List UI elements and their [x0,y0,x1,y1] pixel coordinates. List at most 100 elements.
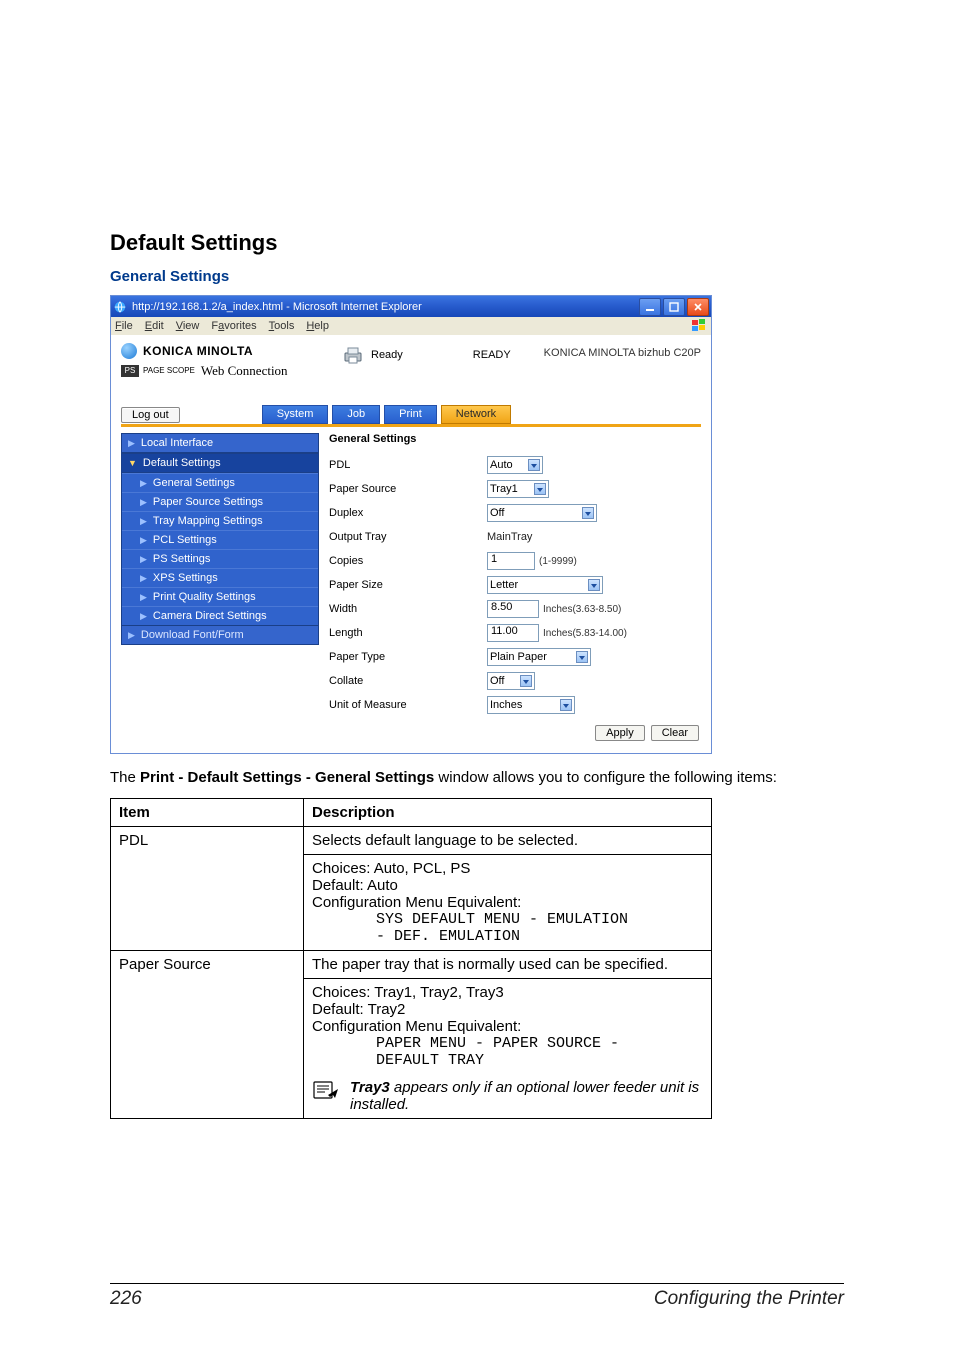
label-collate: Collate [329,675,487,687]
sidebar-item-print-quality[interactable]: ▶ Print Quality Settings [122,587,318,606]
page-heading-general-settings: General Settings [110,268,844,285]
label-uom: Unit of Measure [329,699,487,711]
sidebar-item-ps-settings[interactable]: ▶ PS Settings [122,549,318,568]
logout-button[interactable]: Log out [121,407,180,423]
windows-flag-icon [692,319,708,336]
cell-desc-psrc-2: Choices: Tray1, Tray2, Tray3 Default: Tr… [304,979,712,1119]
sidebar-item-local-interface[interactable]: ▶ Local Interface [121,433,319,453]
sidebar-item-general-settings[interactable]: ▶General Settings [122,473,318,492]
content-section-title: General Settings [329,433,701,445]
menu-view[interactable]: View [176,320,200,332]
settings-content: General Settings PDL Auto Paper Source T… [329,433,701,741]
sidebar-label: Download Font/Form [141,629,244,641]
menu-edit[interactable]: Edit [145,320,164,332]
screenshot-panel: http://192.168.1.2/a_index.html - Micros… [110,295,712,754]
pagescope-logo-icon: PS [121,365,139,377]
select-uom[interactable]: Inches [487,696,575,714]
sidebar-item-camera-direct[interactable]: ▶ Camera Direct Settings [122,606,318,625]
sidebar-item-tray-mapping[interactable]: ▶Tray Mapping Settings [122,511,318,530]
input-width[interactable]: 8.50 [487,600,539,618]
chevron-right-icon: ▶ [128,438,135,449]
sidebar-label: Default Settings [143,457,221,469]
hint-width: Inches(3.63-8.50) [543,604,621,615]
tab-system[interactable]: System [262,405,329,424]
tab-network[interactable]: Network [441,405,511,424]
chevron-right-icon: ▶ [140,611,147,622]
value-output-tray: MainTray [487,531,532,543]
cell-desc-pdl-1: Selects default language to be selected. [304,827,712,855]
sidebar-label: Print Quality Settings [153,591,256,603]
km-logo-icon [121,343,137,359]
window-maximize-button[interactable] [663,298,685,316]
chevron-right-icon: ▶ [140,592,147,603]
select-value: Off [490,675,504,687]
menu-help[interactable]: Help [306,320,329,332]
select-pdl[interactable]: Auto [487,456,543,474]
device-model: KONICA MINOLTA bizhub C20P [544,343,701,359]
sidebar-item-download-font[interactable]: ▶ Download Font/Form [121,626,319,645]
select-paper-type[interactable]: Plain Paper [487,648,591,666]
cell-desc-pdl-2: Choices: Auto, PCL, PS Default: Auto Con… [304,855,712,951]
note-text: Tray3 appears only if an optional lower … [350,1079,703,1113]
intro-paragraph: The Print - Default Settings - General S… [110,768,844,788]
select-collate[interactable]: Off [487,672,535,690]
select-paper-size[interactable]: Letter [487,576,603,594]
chevron-right-icon: ▶ [140,478,147,489]
ie-icon [113,300,127,314]
window-minimize-button[interactable] [639,298,661,316]
select-duplex[interactable]: Off [487,504,597,522]
select-value: Off [490,507,504,519]
footer-section-title: Configuring the Printer [654,1288,844,1310]
sidebar-label: PCL Settings [153,534,217,546]
chevron-right-icon: ▶ [140,516,147,527]
menu-favorites[interactable]: Favorites [211,320,256,332]
sidebar-label: Local Interface [141,437,213,449]
input-length[interactable]: 11.00 [487,624,539,642]
brand-name: KONICA MINOLTA [143,344,253,358]
table-header-description: Description [304,799,712,827]
table-header-item: Item [111,799,304,827]
table-row: PDL Selects default language to be selec… [111,827,712,855]
label-paper-source: Paper Source [329,483,487,495]
input-copies[interactable]: 1 [487,552,535,570]
tab-job[interactable]: Job [332,405,380,424]
sidebar-item-pcl-settings[interactable]: ▶ PCL Settings [122,530,318,549]
page-heading-default-settings: Default Settings [110,230,844,256]
cell-desc-psrc-1: The paper tray that is normally used can… [304,951,712,979]
sidebar-item-default-settings[interactable]: ▼ Default Settings [121,453,319,473]
window-title: http://192.168.1.2/a_index.html - Micros… [132,301,422,313]
clear-button[interactable]: Clear [651,725,699,741]
select-paper-source[interactable]: Tray1 [487,480,549,498]
sidebar-item-xps-settings[interactable]: ▶XPS Settings [122,568,318,587]
apply-button[interactable]: Apply [595,725,645,741]
cell-item-paper-source: Paper Source [111,951,304,1119]
select-value: Plain Paper [490,651,547,663]
label-length: Length [329,627,487,639]
chevron-right-icon: ▶ [140,497,147,508]
menu-file[interactable]: File [115,320,133,332]
sidebar-label: Camera Direct Settings [153,610,267,622]
hint-length: Inches(5.83-14.00) [543,628,627,639]
browser-menubar: File Edit View Favorites Tools Help [111,317,711,335]
sidebar-item-paper-source[interactable]: ▶Paper Source Settings [122,492,318,511]
table-row: Paper Source The paper tray that is norm… [111,951,712,979]
chevron-right-icon: ▶ [140,535,147,546]
menu-tools[interactable]: Tools [269,320,295,332]
label-width: Width [329,603,487,615]
select-value: Tray1 [490,483,518,495]
settings-sidebar: ▶ Local Interface ▼ Default Settings ▶Ge… [121,433,319,741]
ready-label: Ready [371,349,403,361]
tab-underline [121,424,701,427]
label-copies: Copies [329,555,487,567]
tab-print[interactable]: Print [384,405,437,424]
select-value: Inches [490,699,522,711]
window-close-button[interactable] [687,298,709,316]
note-icon [312,1079,342,1105]
chevron-right-icon: ▶ [128,630,135,641]
page-number: 226 [110,1288,142,1310]
label-output-tray: Output Tray [329,531,487,543]
chevron-right-icon: ▶ [140,554,147,565]
chevron-down-icon: ▼ [128,458,137,468]
sidebar-label: PS Settings [153,553,210,565]
label-pdl: PDL [329,459,487,471]
